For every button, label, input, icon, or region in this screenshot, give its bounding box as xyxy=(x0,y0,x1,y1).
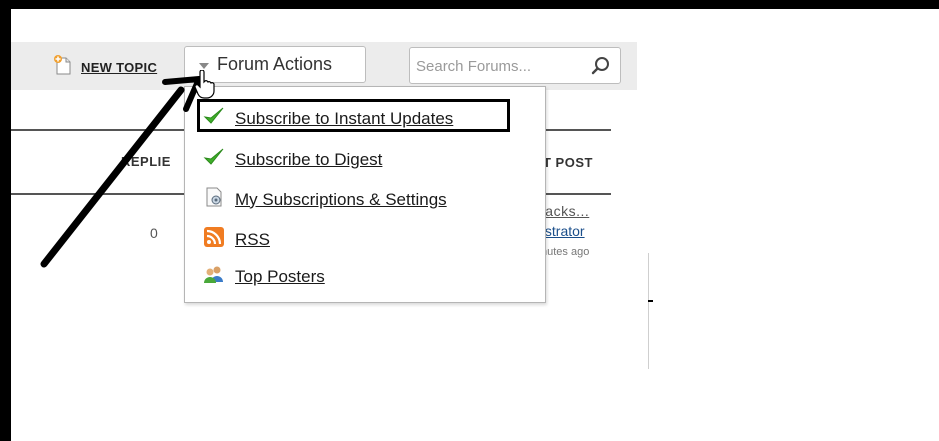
search-box xyxy=(409,47,621,84)
new-topic-label: NEW TOPIC xyxy=(81,60,158,75)
menu-item-label: RSS xyxy=(235,229,270,249)
screenshot-frame-top xyxy=(0,0,939,9)
menu-item-my-subscriptions[interactable]: My Subscriptions & Settings xyxy=(203,186,447,213)
hand-cursor-icon xyxy=(194,69,216,105)
forum-actions-label: Forum Actions xyxy=(217,54,333,74)
check-icon xyxy=(203,147,225,172)
caret-down-icon xyxy=(199,62,209,69)
new-topic-icon xyxy=(52,54,74,81)
column-header-last-post: T POST xyxy=(543,155,593,170)
screenshot-frame-left xyxy=(0,0,11,441)
divider-line xyxy=(648,253,649,369)
menu-item-label: My Subscriptions & Settings xyxy=(235,189,447,209)
rss-icon xyxy=(203,226,225,253)
users-icon xyxy=(203,264,225,289)
divider-tick xyxy=(648,300,653,302)
column-header-replies: REPLIE xyxy=(121,154,171,169)
new-topic-button[interactable]: NEW TOPIC xyxy=(52,54,157,81)
menu-item-subscribe-digest[interactable]: Subscribe to Digest xyxy=(203,147,382,172)
row-last-post-time: nutes ago xyxy=(541,246,590,258)
row-reply-count: 0 xyxy=(150,225,158,241)
menu-item-top-posters[interactable]: Top Posters xyxy=(203,264,325,289)
highlight-annotation-box xyxy=(197,99,510,132)
menu-item-rss[interactable]: RSS xyxy=(203,226,270,253)
menu-item-label: Top Posters xyxy=(235,266,325,286)
settings-document-icon xyxy=(203,186,225,213)
search-input[interactable] xyxy=(416,54,588,78)
menu-item-label: Subscribe to Digest xyxy=(235,149,383,169)
search-icon[interactable] xyxy=(591,56,611,81)
